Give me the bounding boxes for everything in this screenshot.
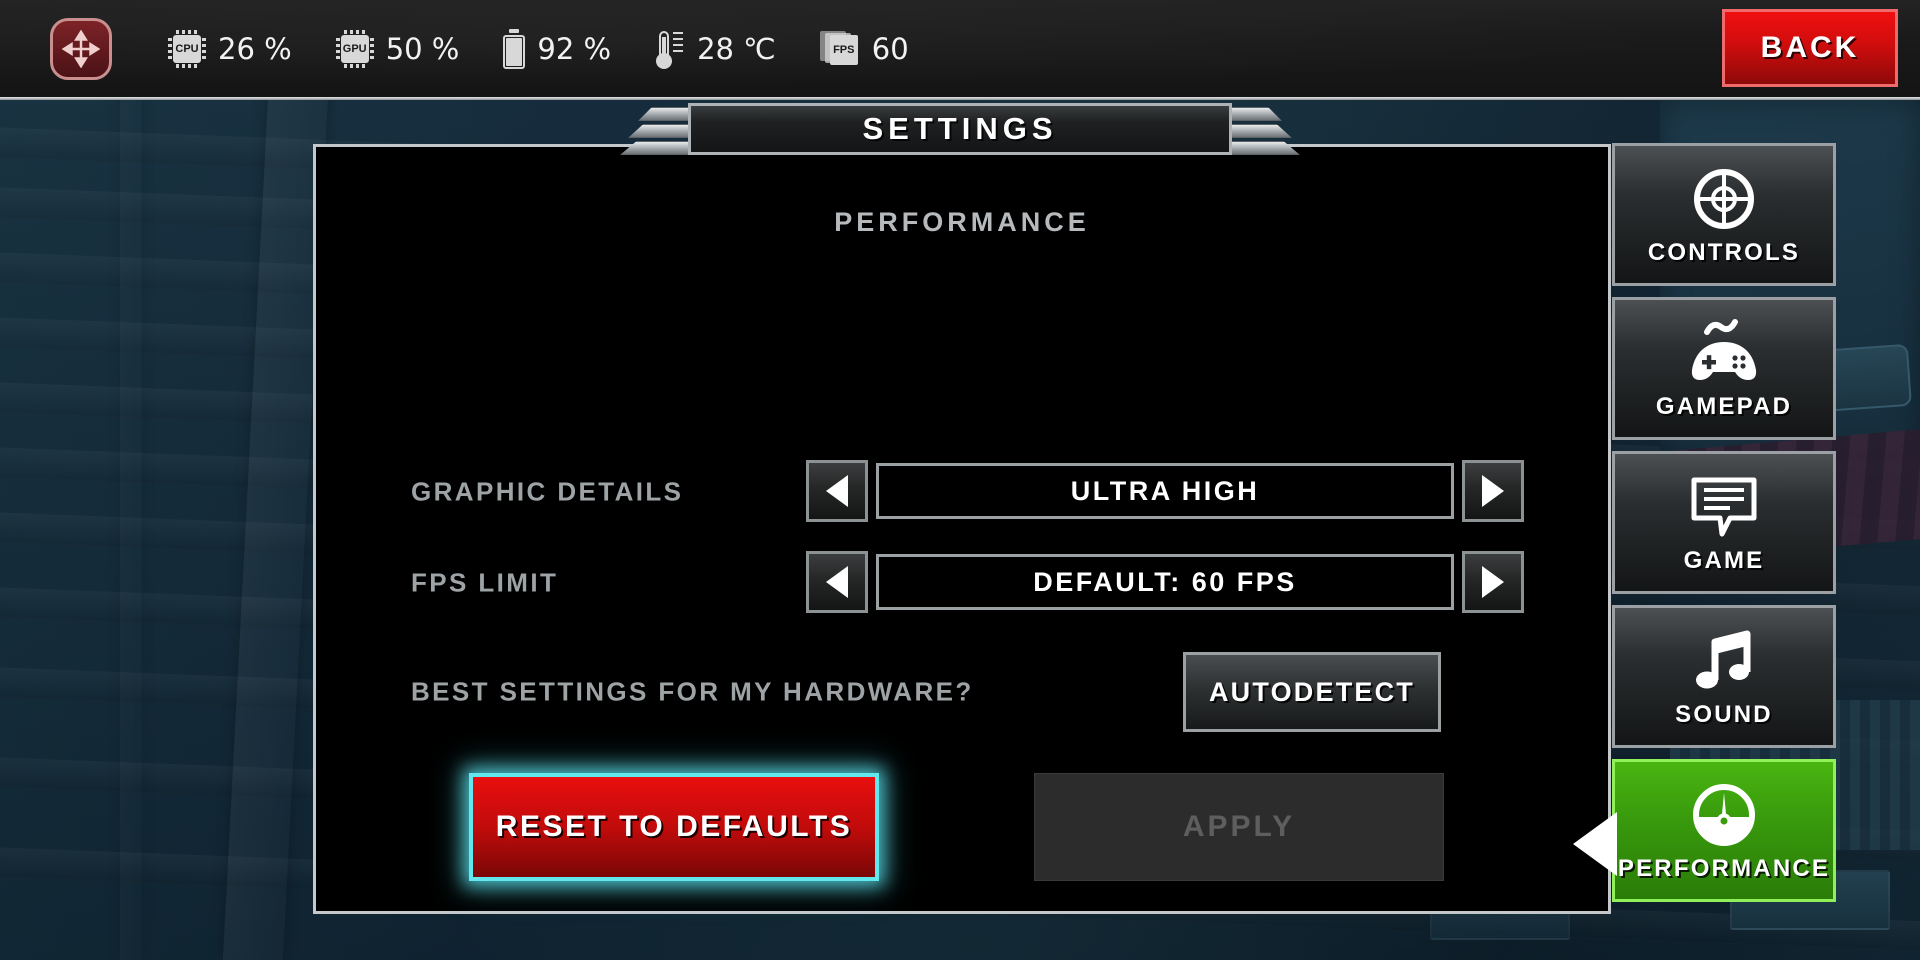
stat-cpu: CPU 26 % bbox=[168, 29, 292, 68]
setting-row-fps-limit: FPS LIMIT DEFAULT: 60 FPS bbox=[316, 551, 1608, 615]
fps-limit-prev-button[interactable] bbox=[806, 551, 868, 613]
gpu-chip-label: GPU bbox=[340, 34, 369, 63]
sidebar-tab-gamepad-label: GAMEPAD bbox=[1655, 392, 1793, 420]
sidebar-tab-sound[interactable]: SOUND bbox=[1612, 605, 1836, 748]
sidebar-tab-game-label: GAME bbox=[1683, 546, 1765, 574]
sidebar-tab-gamepad[interactable]: GAMEPAD bbox=[1612, 297, 1836, 440]
sidebar-tab-sound-label: SOUND bbox=[1675, 700, 1773, 728]
window-title: SETTINGS bbox=[862, 111, 1058, 146]
section-heading: PERFORMANCE bbox=[834, 207, 1090, 237]
window-title-plate: SETTINGS bbox=[688, 103, 1232, 155]
triangle-right-icon bbox=[1482, 566, 1504, 598]
gpu-chip-icon: GPU bbox=[335, 29, 374, 68]
battery-value: 92 % bbox=[537, 31, 612, 66]
fps-limit-value: DEFAULT: 60 FPS bbox=[1033, 566, 1297, 597]
autodetect-label: BEST SETTINGS FOR MY HARDWARE? bbox=[411, 676, 974, 707]
background-beam bbox=[120, 0, 142, 960]
triangle-left-icon bbox=[826, 566, 848, 598]
gpu-value: 50 % bbox=[385, 31, 460, 66]
active-tab-pointer-icon bbox=[1573, 812, 1617, 876]
reset-to-defaults-button[interactable]: RESET TO DEFAULTS bbox=[469, 773, 879, 881]
cpu-value: 26 % bbox=[218, 31, 292, 66]
triangle-right-icon bbox=[1482, 475, 1504, 507]
battery-icon bbox=[503, 28, 526, 69]
setting-row-graphic-details: GRAPHIC DETAILS ULTRA HIGH bbox=[316, 460, 1608, 524]
sidebar-tab-controls[interactable]: CONTROLS bbox=[1612, 143, 1836, 286]
top-status-bar: CPU 26 % GPU 50 % 92 % 28 ℃ FPS 60 BACK bbox=[0, 0, 1920, 100]
autodetect-button[interactable]: AUTODETECT bbox=[1183, 652, 1441, 732]
crosshair-target-icon bbox=[1689, 163, 1759, 235]
fps-icon-label: FPS bbox=[829, 34, 858, 65]
apply-label: APPLY bbox=[1182, 810, 1296, 843]
sidebar-tab-performance-label: PERFORMANCE bbox=[1617, 854, 1831, 882]
setting-row-autodetect: BEST SETTINGS FOR MY HARDWARE? AUTODETEC… bbox=[316, 652, 1608, 732]
sidebar-tab-game[interactable]: GAME bbox=[1612, 451, 1836, 594]
fps-limit-value-box[interactable]: DEFAULT: 60 FPS bbox=[876, 554, 1454, 610]
stat-gpu: GPU 50 % bbox=[335, 29, 460, 68]
system-stats-group: CPU 26 % GPU 50 % 92 % 28 ℃ FPS 60 bbox=[168, 28, 953, 69]
move-arrows-glyph bbox=[62, 29, 100, 68]
stat-fps: FPS 60 bbox=[819, 30, 909, 67]
music-note-icon bbox=[1689, 625, 1759, 697]
fps-value: 60 bbox=[871, 31, 909, 66]
graphic-details-value: ULTRA HIGH bbox=[1070, 475, 1260, 506]
back-button[interactable]: BACK bbox=[1722, 9, 1898, 87]
cpu-chip-icon: CPU bbox=[168, 29, 206, 68]
graphic-details-next-button[interactable] bbox=[1462, 460, 1524, 522]
graphic-details-prev-button[interactable] bbox=[806, 460, 868, 522]
sidebar-tab-performance[interactable]: PERFORMANCE bbox=[1573, 759, 1836, 902]
gamepad-icon bbox=[1685, 317, 1763, 389]
fps-limit-label: FPS LIMIT bbox=[411, 567, 559, 598]
speech-bubble-icon bbox=[1686, 471, 1762, 543]
graphic-details-stepper: ULTRA HIGH bbox=[806, 460, 1524, 522]
settings-title-banner: SETTINGS bbox=[620, 103, 1300, 165]
fps-limit-stepper: DEFAULT: 60 FPS bbox=[806, 551, 1524, 613]
apply-button[interactable]: APPLY bbox=[1034, 773, 1444, 881]
cpu-chip-label: CPU bbox=[173, 34, 201, 63]
reset-to-defaults-label: RESET TO DEFAULTS bbox=[495, 810, 853, 843]
settings-category-sidebar: CONTROLS GAMEPAD GAME SOUND PERFORMANCE bbox=[1573, 143, 1840, 913]
speedometer-icon bbox=[1688, 779, 1760, 851]
thermometer-icon bbox=[655, 29, 685, 69]
fps-limit-next-button[interactable] bbox=[1462, 551, 1524, 613]
autodetect-button-label: AUTODETECT bbox=[1208, 676, 1415, 707]
graphic-details-value-box[interactable]: ULTRA HIGH bbox=[876, 463, 1454, 519]
move-arrows-icon[interactable] bbox=[50, 17, 112, 80]
sidebar-tab-controls-label: CONTROLS bbox=[1647, 238, 1801, 266]
back-button-label: BACK bbox=[1760, 31, 1860, 64]
fps-pages-icon: FPS bbox=[819, 30, 860, 67]
settings-content-panel: PERFORMANCE GRAPHIC DETAILS ULTRA HIGH F… bbox=[313, 144, 1611, 914]
stat-temperature: 28 ℃ bbox=[655, 29, 776, 69]
triangle-left-icon bbox=[826, 475, 848, 507]
temperature-value: 28 ℃ bbox=[697, 31, 776, 66]
graphic-details-label: GRAPHIC DETAILS bbox=[411, 476, 684, 507]
stat-battery: 92 % bbox=[503, 28, 612, 69]
